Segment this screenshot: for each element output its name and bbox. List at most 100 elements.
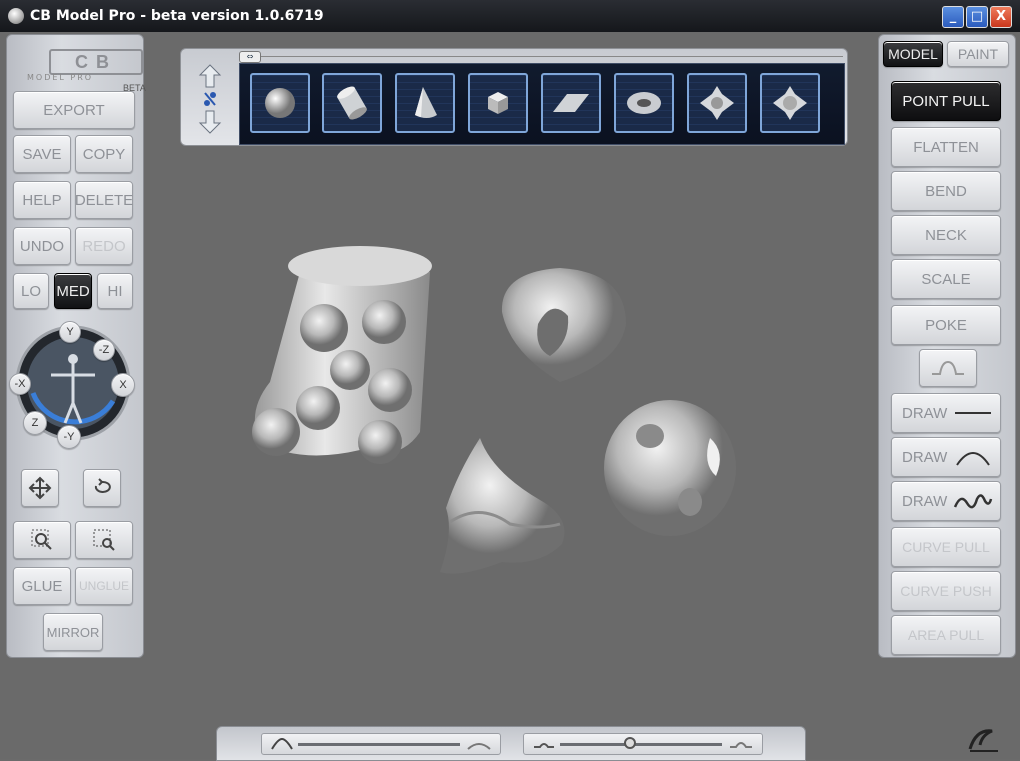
primitive-gear-a[interactable]	[687, 73, 747, 133]
window-title: CB Model Pro - beta version 1.0.6719	[30, 8, 324, 24]
glue-button[interactable]: GLUE	[13, 567, 71, 605]
scroll-handle-icon[interactable]: ⇔	[239, 51, 261, 63]
viewport-3d[interactable]	[240, 232, 760, 592]
logo-mark: CB	[49, 49, 143, 75]
flatten-button[interactable]: FLATTEN	[891, 127, 1001, 167]
point-pull-button[interactable]: POINT PULL	[891, 81, 1001, 121]
hi-button[interactable]: HI	[97, 273, 133, 309]
axis-neg-y-button[interactable]: -Y	[57, 425, 81, 449]
zoom-fit-icon	[31, 529, 52, 550]
primitive-sphere[interactable]	[250, 73, 310, 133]
close-button[interactable]: X	[990, 6, 1012, 28]
primitive-gear-b[interactable]	[760, 73, 820, 133]
primitive-plane[interactable]	[541, 73, 601, 133]
mirror-button[interactable]: MIRROR	[43, 613, 103, 651]
undo-button[interactable]: UNDO	[13, 227, 71, 265]
brush-strength-slider[interactable]	[523, 733, 763, 755]
primitive-cube[interactable]	[468, 73, 528, 133]
draw-arc-label: DRAW	[902, 448, 948, 466]
line-stroke-icon	[955, 412, 992, 414]
toolbar-scroll-arrows	[185, 59, 235, 139]
zoom-region-button[interactable]	[75, 521, 133, 559]
copy-button[interactable]: COPY	[75, 135, 133, 173]
curve-push-button[interactable]: CURVE PUSH	[891, 571, 1001, 611]
rotate-icon	[94, 478, 111, 493]
neck-button[interactable]: NECK	[891, 215, 1001, 255]
axis-neg-x-button[interactable]: -X	[9, 373, 31, 395]
left-panel: CB MODEL PRO BETA EXPORT SAVE COPY HELP …	[6, 34, 146, 658]
delete-button[interactable]: DELETE	[75, 181, 133, 219]
rotate-button[interactable]	[83, 469, 121, 507]
unglue-button[interactable]: UNGLUE	[75, 567, 133, 605]
model-deformed-cone[interactable]	[440, 438, 565, 574]
model-dented-sphere[interactable]	[604, 400, 736, 536]
low-bump-icon	[534, 743, 554, 748]
redo-button[interactable]: REDO	[75, 227, 133, 265]
cube-icon	[488, 92, 508, 114]
brush-strength-track	[560, 743, 722, 746]
draw-arc-button[interactable]: DRAW	[891, 437, 1001, 477]
draw-wave-label: DRAW	[902, 492, 948, 510]
cone-icon	[415, 87, 437, 118]
export-button[interactable]: EXPORT	[13, 91, 135, 129]
draw-line-button[interactable]: DRAW	[891, 393, 1001, 433]
axis-x-button[interactable]: X	[111, 373, 135, 397]
cylinder-icon	[337, 86, 367, 120]
arc-stroke-icon	[956, 452, 991, 466]
falloff-button[interactable]	[919, 349, 977, 387]
axis-neg-z-button[interactable]: -Z	[93, 339, 115, 361]
gear-b-icon	[773, 86, 807, 120]
dassault-logo-icon	[968, 729, 998, 752]
falloff-curve-icon	[932, 360, 964, 375]
narrow-curve-icon	[271, 737, 293, 750]
gear-a-icon	[700, 86, 734, 120]
help-button[interactable]: HELP	[13, 181, 71, 219]
app-icon	[8, 8, 24, 24]
toolbar-scrollbar[interactable]: ⇔	[239, 51, 843, 63]
title-bar: CB Model Pro - beta version 1.0.6719 _ □…	[0, 0, 1020, 32]
primitive-cylinder[interactable]	[322, 73, 382, 133]
model-teardrop[interactable]	[501, 268, 626, 382]
save-button[interactable]: SAVE	[13, 135, 71, 173]
curve-pull-button[interactable]: CURVE PULL	[891, 527, 1001, 567]
draw-wave-button[interactable]: DRAW	[891, 481, 1001, 521]
sphere-icon	[265, 88, 295, 118]
model-deformed-cylinder[interactable]	[252, 246, 432, 464]
zoom-fit-button[interactable]	[13, 521, 71, 559]
scissors-icon	[204, 92, 216, 106]
arrow-down-icon[interactable]	[198, 110, 222, 134]
draw-line-label: DRAW	[902, 404, 948, 422]
primitive-torus[interactable]	[614, 73, 674, 133]
primitive-toolbar: ⇔	[180, 48, 848, 146]
brush-strength-thumb[interactable]	[623, 737, 636, 749]
bottom-slider-bar	[216, 726, 806, 761]
wide-curve-icon	[467, 743, 491, 750]
move-arrows-icon	[28, 476, 52, 500]
axis-y-button[interactable]: Y	[59, 321, 81, 343]
med-button[interactable]: MED	[54, 273, 92, 309]
workspace: CB MODEL PRO BETA EXPORT SAVE COPY HELP …	[0, 32, 1020, 761]
brush-size-track	[298, 743, 460, 746]
primitive-cone[interactable]	[395, 73, 455, 133]
pan-button[interactable]	[21, 469, 59, 507]
wave-stroke-icon	[954, 494, 993, 509]
minimize-button[interactable]: _	[942, 6, 964, 28]
torus-icon	[627, 92, 661, 114]
zoom-region-icon	[93, 529, 115, 551]
tab-paint[interactable]: PAINT	[947, 41, 1009, 67]
high-bump-icon	[730, 742, 752, 748]
plane-icon	[553, 94, 589, 112]
lo-button[interactable]: LO	[13, 273, 49, 309]
brush-size-slider[interactable]	[261, 733, 501, 755]
area-pull-button[interactable]: AREA PULL	[891, 615, 1001, 655]
scale-button[interactable]: SCALE	[891, 259, 1001, 299]
logo: CB MODEL PRO BETA	[19, 49, 146, 93]
primitive-slots	[239, 63, 845, 145]
logo-subtitle: MODEL PRO	[27, 73, 94, 82]
axis-z-button[interactable]: Z	[23, 411, 47, 435]
maximize-button[interactable]: □	[966, 6, 988, 28]
bend-button[interactable]: BEND	[891, 171, 1001, 211]
arrow-up-icon[interactable]	[198, 64, 222, 88]
tab-model[interactable]: MODEL	[883, 41, 943, 67]
poke-button[interactable]: POKE	[891, 305, 1001, 345]
